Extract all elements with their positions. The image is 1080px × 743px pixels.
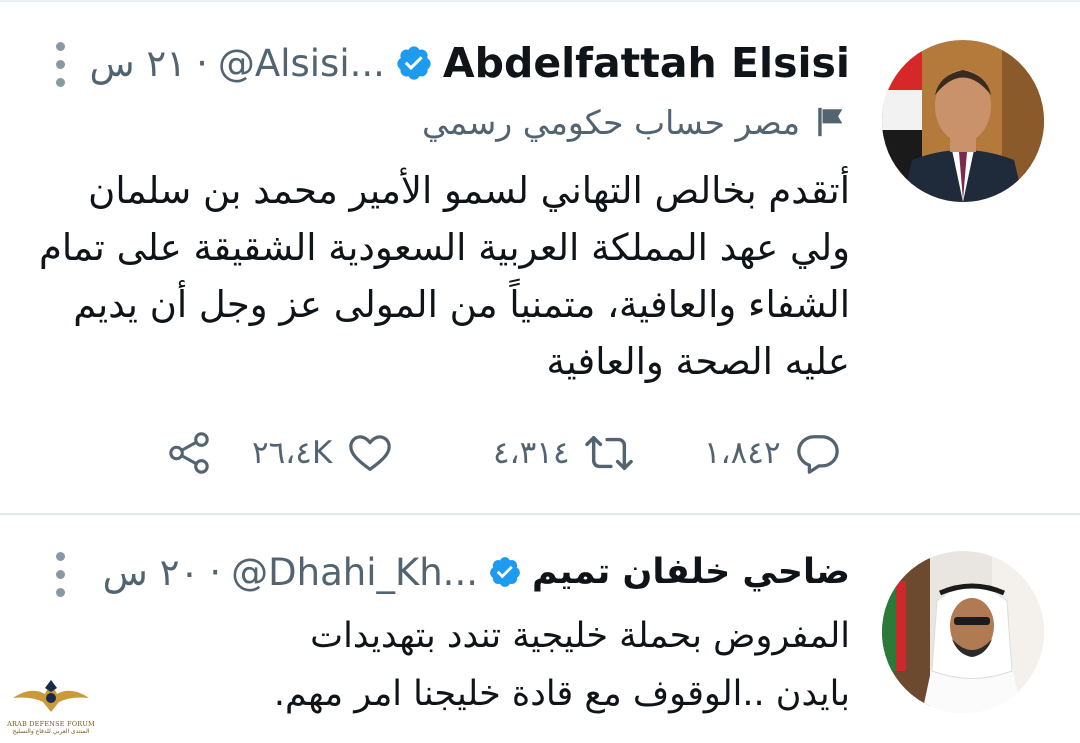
share-icon — [165, 430, 213, 476]
retweet-icon — [584, 430, 634, 476]
flag-icon — [814, 105, 848, 139]
tweet-actions: ١،٨٤٢ ٤،٣١٤ ٢٦،٤K — [0, 430, 1080, 486]
tweet-text-line: أتقدم بخالص التهاني لسمو الأمير محمد بن … — [88, 169, 850, 212]
tweet-text-line: عليه الصحة والعافية — [546, 340, 850, 383]
retweet-count: ٤،٣١٤ — [493, 435, 570, 471]
eagle-emblem-icon — [13, 680, 89, 712]
tweet-text-line: بايدن ..الوقوف مع قادة خليجنا امر مهم. — [273, 674, 850, 714]
government-label: مصر حساب حكومي رسمي — [422, 100, 848, 144]
heart-icon — [346, 430, 394, 476]
tweet-2[interactable]: ضاحي خلفان تميم @Dhahi_Kh... · ٢٠ س المف… — [0, 515, 1080, 743]
like-button[interactable]: ٢٦،٤K — [252, 430, 394, 476]
separator-dot: · — [209, 550, 222, 594]
tweet-time[interactable]: ٢٠ س — [103, 551, 200, 594]
watermark-subtitle: المنتدى العربي للدفاع والتسليح — [12, 728, 90, 735]
verified-badge-icon — [395, 44, 433, 82]
government-label-text: مصر حساب حكومي رسمي — [422, 102, 800, 142]
avatar[interactable] — [882, 551, 1044, 713]
verified-badge-icon — [488, 555, 522, 589]
more-vertical-icon[interactable] — [56, 42, 65, 87]
tweet-time[interactable]: ٢١ س — [89, 42, 186, 85]
tweet-1[interactable]: Abdelfattah Elsisi @Alsisi... · ٢١ س مصر… — [0, 2, 1080, 514]
reply-button[interactable]: ١،٨٤٢ — [704, 430, 841, 476]
tweet-text: المفروض بحملة خليجية تندد بتهديدات بايدن… — [274, 607, 850, 723]
tweet-text-line: الشفاء والعافية، متمنياً من المولى عز وج… — [73, 283, 850, 326]
author-name[interactable]: ضاحي خلفان تميم — [532, 552, 850, 592]
share-button[interactable] — [165, 430, 213, 476]
forum-watermark-logo: ARAB DEFENSE FORUM المنتدى العربي للدفاع… — [6, 676, 96, 742]
reply-count: ١،٨٤٢ — [704, 435, 781, 471]
tweet-text-line: ولي عهد المملكة العربية السعودية الشقيقة… — [38, 226, 850, 269]
author-name[interactable]: Abdelfattah Elsisi — [443, 39, 850, 87]
author-handle[interactable]: @Dhahi_Kh... — [231, 551, 478, 594]
retweet-button[interactable]: ٤،٣١٤ — [493, 430, 634, 476]
author-handle[interactable]: @Alsisi... — [218, 42, 385, 85]
separator-dot: · — [196, 41, 208, 85]
more-vertical-icon[interactable] — [56, 552, 65, 597]
tweet-text: أتقدم بخالص التهاني لسمو الأمير محمد بن … — [39, 162, 850, 390]
tweet-text-line: المفروض بحملة خليجية تندد بتهديدات — [310, 616, 850, 656]
avatar[interactable] — [882, 40, 1044, 202]
tweet-header: Abdelfattah Elsisi @Alsisi... · ٢١ س — [89, 38, 850, 88]
tweet-header: ضاحي خلفان تميم @Dhahi_Kh... · ٢٠ س — [103, 547, 850, 597]
like-count: ٢٦،٤K — [252, 435, 333, 471]
reply-icon — [795, 430, 841, 476]
watermark-title: ARAB DEFENSE FORUM — [7, 720, 95, 728]
